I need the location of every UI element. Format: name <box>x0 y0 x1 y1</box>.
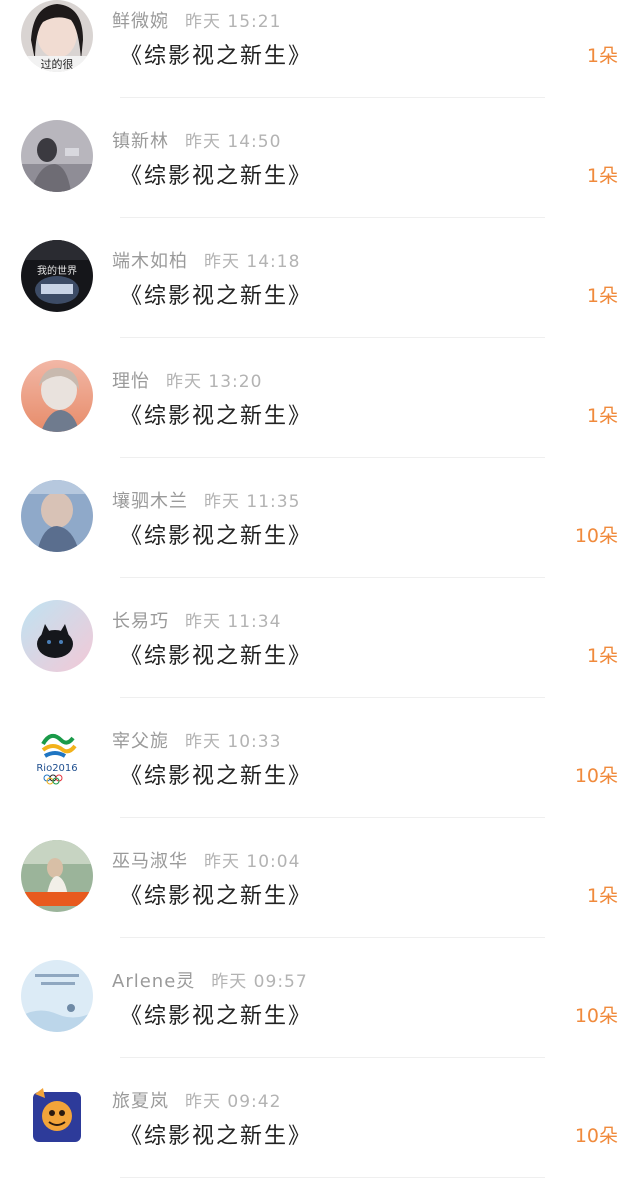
name-line: 镇新林 昨天 14:50 <box>112 127 281 153</box>
flower-count: 1朵 <box>586 405 618 427</box>
avatar[interactable] <box>21 1080 93 1152</box>
book-title[interactable]: 《综影视之新生》 <box>120 878 312 910</box>
book-title[interactable]: 《综影视之新生》 <box>120 758 312 790</box>
svg-text:Rio2016: Rio2016 <box>36 763 77 774</box>
avatar[interactable]: 我的世界 <box>21 240 93 312</box>
user-name[interactable]: 巫马淑华 <box>112 851 188 872</box>
timestamp: 昨天 11:34 <box>185 612 282 632</box>
gift-list: 过的很 鲜微婉 昨天 15:21 《综影视之新生》 1朵 镇新林 昨天 14:50 … <box>0 0 640 1179</box>
avatar[interactable] <box>21 120 93 192</box>
list-item[interactable]: 我的世界 端木如柏 昨天 14:18 《综影视之新生》 1朵 <box>0 240 640 360</box>
book-title[interactable]: 《综影视之新生》 <box>120 398 312 430</box>
flower-count: 1朵 <box>586 285 618 307</box>
divider <box>120 97 545 98</box>
list-item[interactable]: 长易巧 昨天 11:34 《综影视之新生》 1朵 <box>0 600 640 720</box>
list-item[interactable]: 巫马淑华 昨天 10:04 《综影视之新生》 1朵 <box>0 840 640 960</box>
user-name[interactable]: 旅夏岚 <box>112 1091 169 1112</box>
book-title[interactable]: 《综影视之新生》 <box>120 518 312 550</box>
divider <box>120 457 545 458</box>
user-name[interactable]: Arlene灵 <box>112 971 195 992</box>
avatar[interactable] <box>21 480 93 552</box>
avatar[interactable] <box>21 960 93 1032</box>
timestamp: 昨天 09:42 <box>185 1092 282 1112</box>
book-title[interactable]: 《综影视之新生》 <box>120 38 312 70</box>
name-line: 鲜微婉 昨天 15:21 <box>112 7 281 33</box>
timestamp: 昨天 10:04 <box>204 852 301 872</box>
timestamp: 昨天 10:33 <box>185 732 282 752</box>
name-line: 巫马淑华 昨天 10:04 <box>112 847 300 873</box>
svg-text:过的很: 过的很 <box>41 57 74 71</box>
user-name[interactable]: 壤驷木兰 <box>112 491 188 512</box>
divider <box>120 1057 545 1058</box>
avatar[interactable]: 过的很 <box>21 0 93 72</box>
user-name[interactable]: 理怡 <box>112 371 150 392</box>
timestamp: 昨天 15:21 <box>185 12 282 32</box>
list-item[interactable]: 过的很 鲜微婉 昨天 15:21 《综影视之新生》 1朵 <box>0 0 640 120</box>
book-title[interactable]: 《综影视之新生》 <box>120 158 312 190</box>
flower-count: 10朵 <box>574 525 618 547</box>
list-item[interactable]: 壤驷木兰 昨天 11:35 《综影视之新生》 10朵 <box>0 480 640 600</box>
list-item[interactable]: 理怡 昨天 13:20 《综影视之新生》 1朵 <box>0 360 640 480</box>
flower-count: 1朵 <box>586 645 618 667</box>
avatar[interactable] <box>21 600 93 672</box>
svg-text:我的世界: 我的世界 <box>37 264 77 277</box>
timestamp: 昨天 09:57 <box>211 972 308 992</box>
flower-count: 1朵 <box>586 885 618 907</box>
avatar[interactable]: Rio2016 <box>21 720 93 792</box>
name-line: 壤驷木兰 昨天 11:35 <box>112 487 300 513</box>
divider <box>120 817 545 818</box>
user-name[interactable]: 端木如柏 <box>112 251 188 272</box>
timestamp: 昨天 11:35 <box>204 492 301 512</box>
flower-count: 10朵 <box>574 765 618 787</box>
flower-count: 1朵 <box>586 45 618 67</box>
name-line: Arlene灵 昨天 09:57 <box>112 967 308 993</box>
name-line: 端木如柏 昨天 14:18 <box>112 247 300 273</box>
list-item[interactable]: 镇新林 昨天 14:50 《综影视之新生》 1朵 <box>0 120 640 240</box>
book-title[interactable]: 《综影视之新生》 <box>120 1118 312 1150</box>
list-item[interactable]: 旅夏岚 昨天 09:42 《综影视之新生》 10朵 <box>0 1080 640 1200</box>
name-line: 宰父旎 昨天 10:33 <box>112 727 281 753</box>
timestamp: 昨天 13:20 <box>166 372 263 392</box>
user-name[interactable]: 镇新林 <box>112 131 169 152</box>
divider <box>120 337 545 338</box>
flower-count: 10朵 <box>574 1125 618 1147</box>
list-item[interactable]: Arlene灵 昨天 09:57 《综影视之新生》 10朵 <box>0 960 640 1080</box>
avatar[interactable] <box>21 840 93 912</box>
name-line: 长易巧 昨天 11:34 <box>112 607 281 633</box>
user-name[interactable]: 长易巧 <box>112 611 169 632</box>
divider <box>120 697 545 698</box>
avatar[interactable] <box>21 360 93 432</box>
timestamp: 昨天 14:50 <box>185 132 282 152</box>
user-name[interactable]: 鲜微婉 <box>112 11 169 32</box>
divider <box>120 577 545 578</box>
timestamp: 昨天 14:18 <box>204 252 301 272</box>
divider <box>120 1177 545 1178</box>
flower-count: 1朵 <box>586 165 618 187</box>
book-title[interactable]: 《综影视之新生》 <box>120 278 312 310</box>
user-name[interactable]: 宰父旎 <box>112 731 169 752</box>
name-line: 理怡 昨天 13:20 <box>112 367 262 393</box>
name-line: 旅夏岚 昨天 09:42 <box>112 1087 281 1113</box>
list-item[interactable]: Rio2016 宰父旎 昨天 10:33 《综影视之新生》 10朵 <box>0 720 640 840</box>
book-title[interactable]: 《综影视之新生》 <box>120 998 312 1030</box>
divider <box>120 217 545 218</box>
book-title[interactable]: 《综影视之新生》 <box>120 638 312 670</box>
flower-count: 10朵 <box>574 1005 618 1027</box>
divider <box>120 937 545 938</box>
